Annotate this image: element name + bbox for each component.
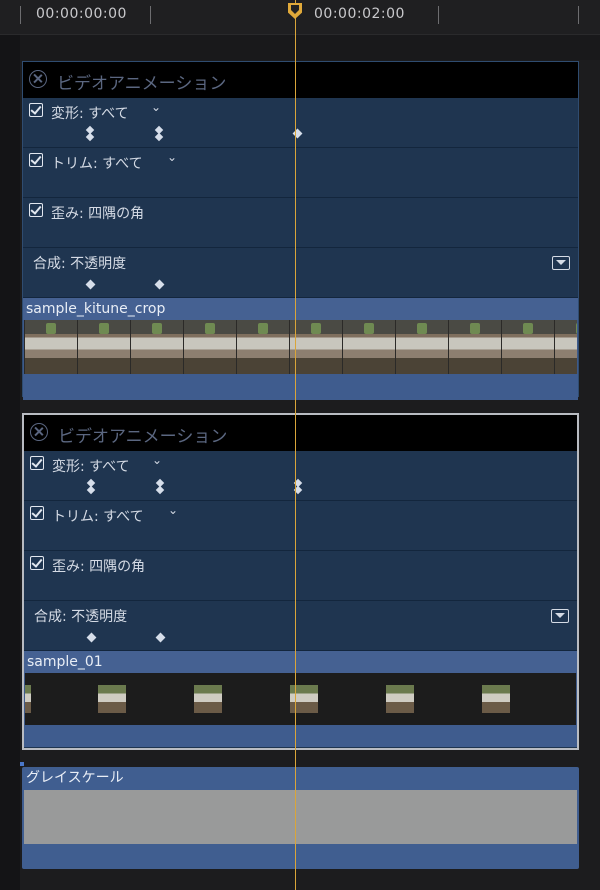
video-animation-title: ビデオアニメーション bbox=[58, 427, 228, 447]
row-distort[interactable]: 歪み: 四隅の角 bbox=[24, 551, 577, 601]
filmstrip-thumbnail bbox=[311, 323, 321, 334]
row-label: 変形: すべて bbox=[52, 459, 130, 475]
filmstrip-thumbnail bbox=[576, 323, 577, 334]
keyframe-pair-icon[interactable] bbox=[86, 478, 96, 495]
video-animation-title: ビデオアニメーション bbox=[57, 74, 227, 94]
checkbox-transform[interactable] bbox=[29, 103, 43, 117]
filmstrip-frame-divider bbox=[501, 320, 502, 374]
media-name: sample_kitune_crop bbox=[23, 298, 578, 320]
keyframe-icon[interactable] bbox=[86, 632, 97, 643]
row-label: 合成: 不透明度 bbox=[34, 609, 128, 625]
row-label: 合成: 不透明度 bbox=[33, 256, 127, 272]
filmstrip-thumbnail bbox=[386, 685, 414, 713]
filmstrip-thumbnail bbox=[99, 323, 109, 334]
row-transform[interactable]: 変形: すべて ⌄ bbox=[23, 98, 578, 148]
filmstrip-frame-divider bbox=[183, 320, 184, 374]
filmstrip-thumbnail bbox=[205, 323, 215, 334]
checkbox-trim[interactable] bbox=[29, 153, 43, 167]
filmstrip-thumbnail bbox=[364, 323, 374, 334]
dropdown-icon[interactable] bbox=[551, 609, 569, 623]
filmstrip-frame-divider bbox=[395, 320, 396, 374]
filmstrip-thumbnail bbox=[46, 323, 56, 334]
timeline-left-edge bbox=[0, 35, 20, 890]
filmstrip-thumbnail bbox=[25, 685, 31, 713]
checkbox-trim[interactable] bbox=[30, 506, 44, 520]
filmstrip-frame-divider bbox=[236, 320, 237, 374]
clip-marker bbox=[20, 762, 24, 766]
checkbox-distort[interactable] bbox=[30, 556, 44, 570]
chevron-down-icon[interactable]: ⌄ bbox=[167, 150, 177, 164]
keyframe-pair-icon[interactable] bbox=[85, 125, 95, 142]
filmstrip bbox=[24, 320, 577, 374]
filmstrip-frame-divider bbox=[448, 320, 449, 374]
filmstrip-thumbnail bbox=[258, 323, 268, 334]
filmstrip-thumbnail bbox=[470, 323, 480, 334]
filmstrip-frame-divider bbox=[24, 320, 25, 374]
filmstrip-thumbnail bbox=[417, 323, 427, 334]
audio-area bbox=[23, 374, 578, 400]
keyframe-icon[interactable] bbox=[154, 279, 165, 290]
video-animation-header: ビデオアニメーション bbox=[24, 415, 577, 451]
filmstrip-thumbnail bbox=[98, 685, 126, 713]
keyframe-pair-icon[interactable] bbox=[154, 125, 164, 142]
filmstrip-thumbnail bbox=[194, 685, 222, 713]
close-icon[interactable] bbox=[29, 70, 47, 88]
row-label: 歪み: 四隅の角 bbox=[52, 559, 146, 575]
filmstrip-thumbnail bbox=[152, 323, 162, 334]
track-gap bbox=[0, 35, 600, 60]
effect-body bbox=[24, 790, 577, 844]
keyframe-pair-icon[interactable] bbox=[155, 478, 165, 495]
dropdown-icon[interactable] bbox=[552, 256, 570, 270]
ruler-tick bbox=[578, 6, 579, 24]
row-compositing[interactable]: 合成: 不透明度 bbox=[24, 601, 577, 651]
checkbox-transform[interactable] bbox=[30, 456, 44, 470]
row-label: 変形: すべて bbox=[51, 106, 129, 122]
filmstrip-frame-divider bbox=[77, 320, 78, 374]
effect-name: グレイスケール bbox=[26, 770, 124, 786]
close-icon[interactable] bbox=[30, 423, 48, 441]
playhead-line[interactable] bbox=[295, 0, 296, 890]
timecode-2s: 00:00:02:00 bbox=[314, 6, 405, 22]
row-transform[interactable]: 変形: すべて ⌄ bbox=[24, 451, 577, 501]
row-trim[interactable]: トリム: すべて ⌄ bbox=[24, 501, 577, 551]
filmstrip-thumbnail bbox=[523, 323, 533, 334]
clip-sample-kitune-crop[interactable]: ビデオアニメーション 変形: すべて ⌄ トリム: すべて ⌄ 歪み: 四隅の角… bbox=[22, 61, 579, 400]
filmstrip-frame-divider bbox=[554, 320, 555, 374]
keyframe-icon[interactable] bbox=[85, 279, 96, 290]
row-label: トリム: すべて bbox=[51, 156, 143, 172]
media-clip[interactable]: sample_01 bbox=[24, 651, 577, 747]
row-label: トリム: すべて bbox=[52, 509, 144, 525]
chevron-down-icon[interactable]: ⌄ bbox=[168, 503, 178, 517]
clip-sample-01[interactable]: ビデオアニメーション 変形: すべて ⌄ トリム: すべて ⌄ 歪み: 四隅の角… bbox=[22, 413, 579, 750]
filmstrip-thumbnail bbox=[482, 685, 510, 713]
timecode-start: 00:00:00:00 bbox=[36, 6, 127, 22]
row-compositing[interactable]: 合成: 不透明度 bbox=[23, 248, 578, 298]
row-label: 歪み: 四隅の角 bbox=[51, 206, 145, 222]
ruler-tick bbox=[20, 6, 21, 24]
video-animation-header: ビデオアニメーション bbox=[23, 62, 578, 98]
ruler-tick bbox=[438, 6, 439, 24]
filmstrip-frame-divider bbox=[130, 320, 131, 374]
checkbox-distort[interactable] bbox=[29, 203, 43, 217]
row-trim[interactable]: トリム: すべて ⌄ bbox=[23, 148, 578, 198]
filmstrip-frame-divider bbox=[342, 320, 343, 374]
audio-area bbox=[24, 725, 577, 747]
chevron-down-icon[interactable]: ⌄ bbox=[152, 453, 162, 467]
effect-clip-grayscale[interactable]: グレイスケール bbox=[22, 767, 579, 869]
filmstrip bbox=[25, 673, 576, 725]
filmstrip-frame-divider bbox=[289, 320, 290, 374]
chevron-down-icon[interactable]: ⌄ bbox=[151, 100, 161, 114]
media-clip[interactable]: sample_kitune_crop bbox=[23, 298, 578, 400]
ruler-tick bbox=[150, 6, 151, 24]
media-name: sample_01 bbox=[24, 651, 577, 673]
row-distort[interactable]: 歪み: 四隅の角 bbox=[23, 198, 578, 248]
keyframe-icon[interactable] bbox=[155, 632, 166, 643]
